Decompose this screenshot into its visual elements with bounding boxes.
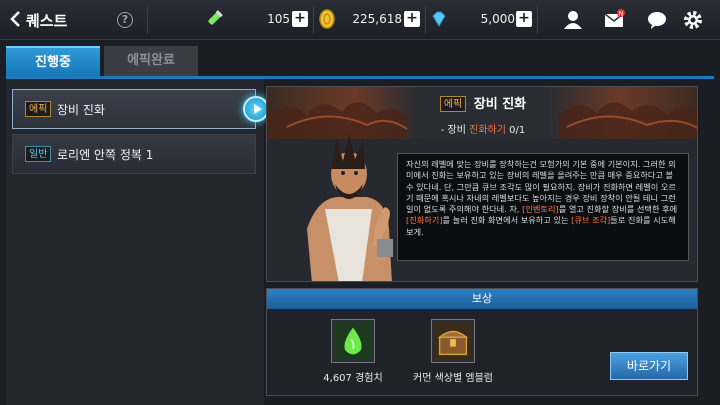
tab-epic-complete[interactable]: 에픽완료 [104, 46, 198, 76]
epic-tag: 에픽 [25, 101, 52, 117]
divider [313, 6, 314, 34]
treasure-chest-icon [433, 321, 473, 361]
gem-plus-button[interactable]: + [516, 11, 532, 27]
quest-name: 장비 진화 [57, 103, 105, 117]
top-bar: 퀘스트 ? 105 + 225,618 + 5,000 + N [0, 0, 720, 40]
divider [147, 6, 148, 34]
chat-icon[interactable] [646, 9, 668, 31]
divider [537, 6, 538, 34]
divider [425, 6, 426, 34]
dialog-text: 를 눌러 진화 화면에서 보유하고 있는 [442, 215, 572, 226]
reward-exp-item[interactable] [331, 319, 375, 363]
quest-detail-panel: 에픽 장비 진화 - 장비 진화하기 0/1 자신의 레벨에 맞는 장비를 장착… [266, 86, 698, 282]
go-button[interactable]: 바로가기 [610, 352, 688, 380]
quest-item-equipment-evolution[interactable]: 에픽 장비 진화 [12, 89, 256, 129]
stamina-value: 105 [267, 12, 290, 26]
quest-title: 장비 진화 [473, 97, 527, 112]
dialog-highlight: [큐브 조각] [571, 215, 611, 226]
back-arrow-icon[interactable] [8, 9, 22, 29]
page-title: 퀘스트 [26, 12, 68, 30]
npc-dialog-box: 자신의 레벨에 맞는 장비를 장착하는건 모험가의 기본 중에 기본이지. 그러… [397, 153, 689, 261]
dialog-highlight: [인벤토리] [522, 204, 559, 215]
right-edge [704, 79, 720, 405]
npc-character-portrait [307, 134, 393, 281]
epic-tag: 에픽 [439, 96, 467, 112]
stamina-potion-icon [208, 10, 223, 25]
quest-title-row: 에픽 장비 진화 [267, 93, 697, 113]
reward-emblem-label: 커먼 색상별 엠블럼 [413, 373, 493, 384]
tab-in-progress[interactable]: 진행중 [6, 46, 100, 76]
quest-name: 로리엔 안쪽 정복 1 [57, 148, 154, 162]
objective-prefix: - 장비 [440, 125, 470, 136]
normal-tag: 일반 [25, 146, 52, 162]
gold-coin-icon [319, 9, 335, 29]
settings-gear-icon[interactable] [682, 9, 704, 31]
objective-highlight: 진화하기 [469, 125, 506, 136]
gold-plus-button[interactable]: + [404, 11, 420, 27]
friends-icon[interactable] [562, 9, 584, 31]
stamina-plus-button[interactable]: + [292, 11, 308, 27]
help-icon[interactable]: ? [117, 12, 133, 28]
gem-value: 5,000 [480, 12, 515, 26]
reward-emblem-item[interactable] [431, 319, 475, 363]
quest-item-lorien-conquest[interactable]: 일반 로리엔 안쪽 정복 1 [12, 134, 256, 174]
dialog-text: 를 열고 진화할 장비를 선택한 후에 [558, 204, 678, 215]
gold-value: 225,618 [352, 12, 402, 26]
objective-progress: 0/1 [509, 125, 526, 136]
mail-icon[interactable]: N [603, 9, 625, 31]
dialog-highlight: [진화하기] [406, 215, 443, 226]
exp-potion-icon [333, 321, 373, 361]
gem-icon [432, 11, 446, 27]
reward-exp-label: 4,607 경험치 [323, 373, 383, 384]
reward-panel: 보상 4,607 경험치 커먼 색상별 엠블럼 바로가기 [266, 288, 698, 396]
mail-badge: N [619, 11, 624, 18]
reward-header: 보상 [267, 289, 697, 309]
